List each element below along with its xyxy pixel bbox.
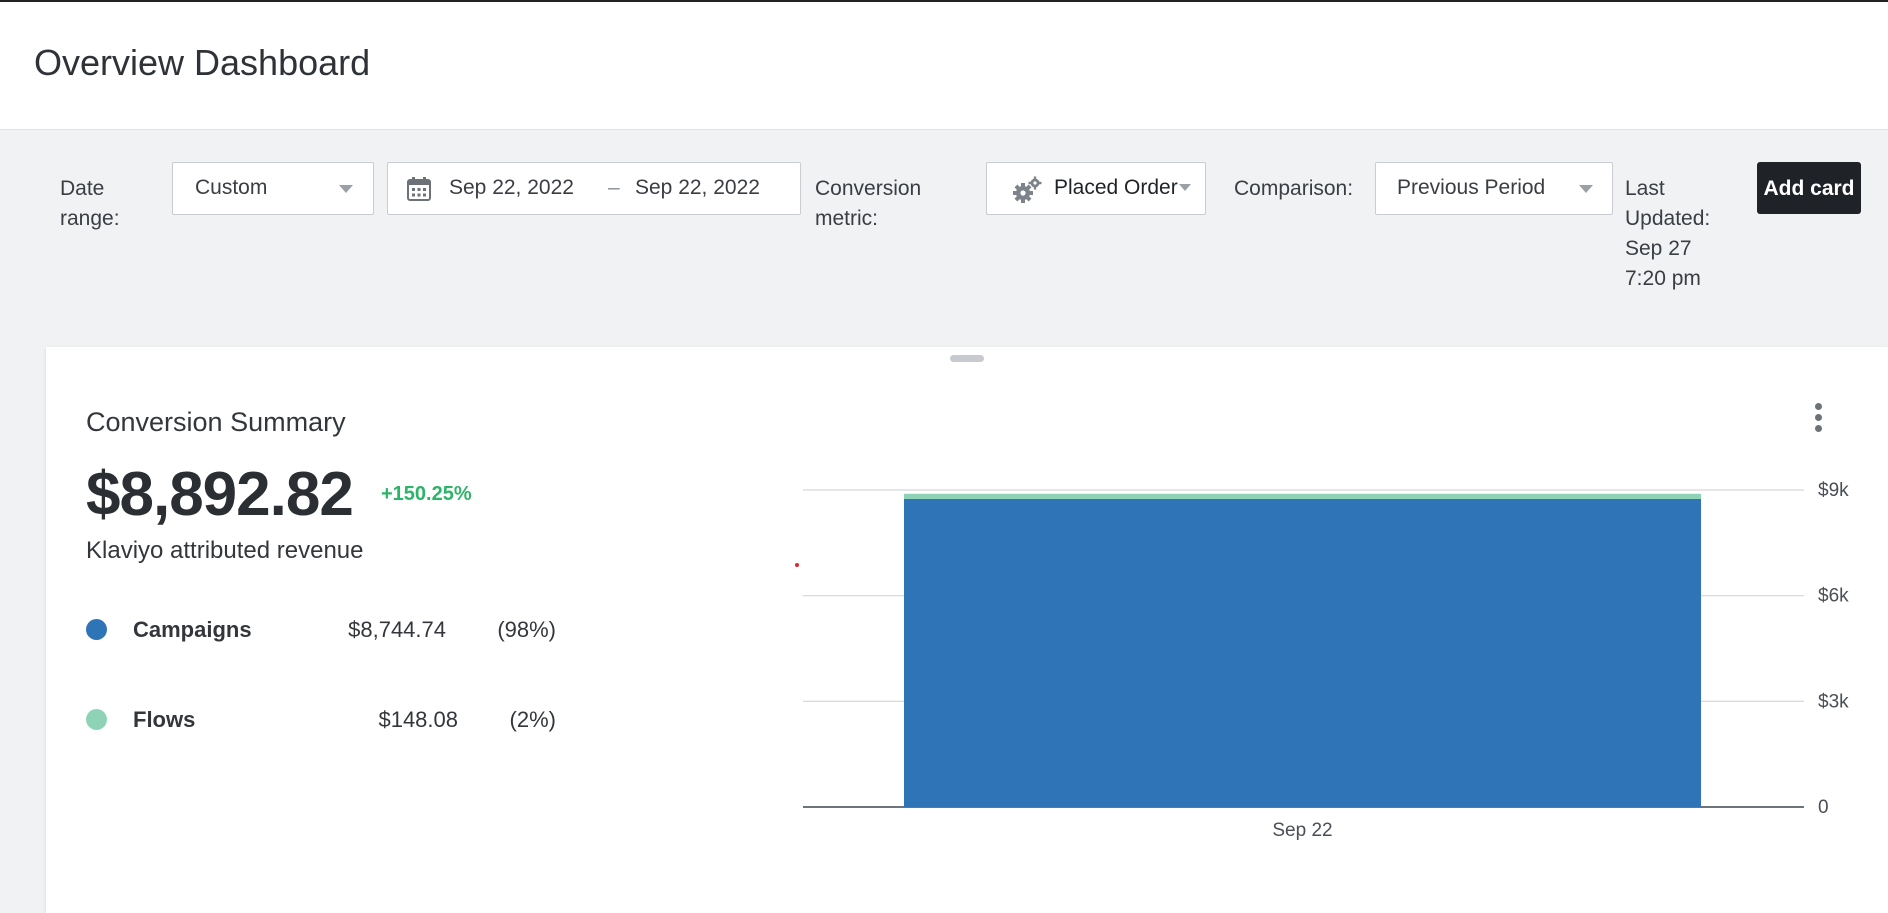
y-tick-label: $3k — [1818, 691, 1849, 712]
conversion-bar-chart: 0 $3k $6k $9k Sep 22 — [803, 480, 1849, 841]
bar-flows — [904, 493, 1701, 499]
y-tick-label: $6k — [1818, 586, 1849, 607]
add-card-button[interactable]: Add card — [1757, 162, 1861, 214]
x-tick-label: Sep 22 — [1272, 820, 1332, 841]
chevron-down-icon — [339, 185, 353, 193]
comparison-value: Previous Period — [1397, 176, 1546, 199]
page-header: Overview Dashboard — [0, 2, 1888, 130]
conversion-summary-card: Conversion Summary $8,892.82 +150.25% Kl… — [46, 347, 1888, 913]
y-tick-label: 0 — [1818, 797, 1829, 818]
chevron-down-icon — [1179, 184, 1191, 191]
conversion-metric-select[interactable]: Placed Order — [986, 162, 1206, 215]
conversion-metric-value: Placed Order — [1054, 176, 1178, 199]
page-title: Overview Dashboard — [34, 42, 371, 83]
date-range-value: Custom — [195, 176, 268, 199]
gears-icon — [1013, 176, 1042, 203]
end-date-input[interactable]: Sep 22, 2022 — [635, 176, 760, 200]
comparison-select[interactable]: Previous Period — [1375, 162, 1613, 215]
y-tick-label: $9k — [1818, 480, 1849, 501]
date-range-label: Date range: — [60, 177, 120, 230]
date-range-select[interactable]: Custom — [172, 162, 374, 215]
bar-campaigns — [904, 498, 1701, 807]
start-date-input[interactable]: Sep 22, 2022 — [449, 176, 574, 200]
chevron-down-icon — [1579, 185, 1593, 193]
last-updated-text: Last Updated: Sep 27 7:20 pm — [1625, 177, 1711, 290]
date-separator: – — [608, 176, 620, 199]
comparison-label: Comparison: — [1234, 177, 1354, 200]
date-picker[interactable]: Sep 22, 2022 – Sep 22, 2022 — [387, 162, 801, 215]
calendar-icon — [407, 177, 431, 201]
conversion-metric-label: Conversion metric: — [815, 177, 922, 230]
